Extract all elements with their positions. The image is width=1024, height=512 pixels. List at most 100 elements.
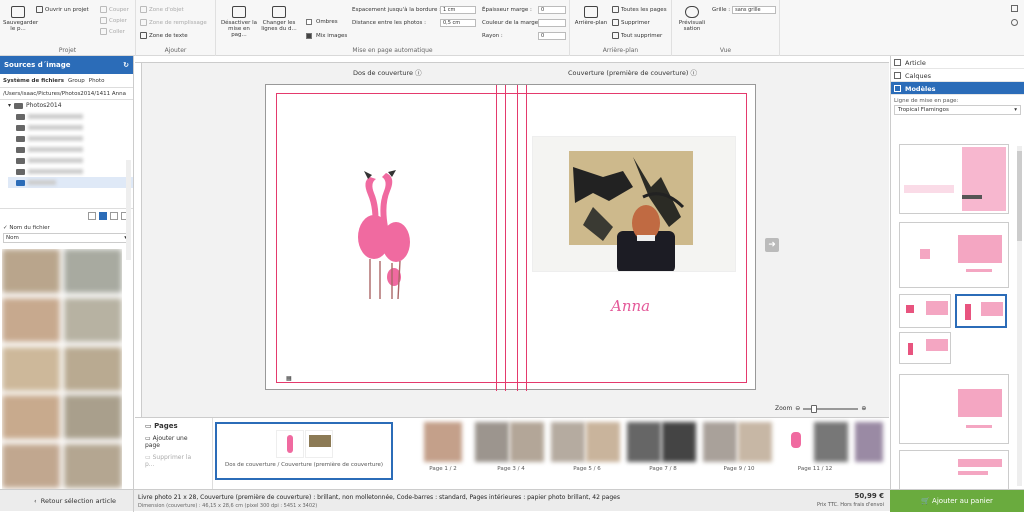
add-page-button[interactable]: ▭ Ajouter une page <box>145 435 202 449</box>
text-zone-button[interactable]: Zone de texte <box>140 32 188 39</box>
template-item-selected[interactable] <box>955 294 1007 328</box>
scrollbar-thumb[interactable] <box>1017 151 1022 241</box>
zoom-in-icon[interactable]: ⊕ <box>861 405 866 412</box>
settings-icon[interactable] <box>1011 5 1018 12</box>
templates-scrollbar[interactable] <box>1017 146 1022 486</box>
spine-line <box>496 85 497 391</box>
sort-select[interactable]: Nom▾ <box>3 233 130 243</box>
folder-icon <box>16 135 25 142</box>
view-medium-icon[interactable] <box>99 211 107 220</box>
layout-line-select[interactable]: Tropical Flamingos ▾ <box>894 105 1021 115</box>
spacing-photos-input[interactable]: 0,5 cm <box>440 19 476 27</box>
spacing-border-input[interactable]: 1 cm <box>440 6 476 14</box>
margin-thickness-input[interactable]: 0 <box>538 6 566 14</box>
view-small-icon[interactable] <box>110 211 118 220</box>
page-thumbnail[interactable] <box>855 422 885 478</box>
template-item[interactable] <box>899 222 1009 288</box>
cover-title-text[interactable]: Anna <box>611 297 650 315</box>
fill-zone-icon <box>140 19 147 26</box>
template-item[interactable] <box>899 374 1009 444</box>
page-thumbnail-cover[interactable]: Dos de couverture / Couverture (première… <box>215 422 393 480</box>
photo-thumbnail[interactable] <box>2 249 60 293</box>
tree-node[interactable] <box>8 155 133 166</box>
tab-filesystem[interactable]: Système de fichiers <box>3 78 64 84</box>
back-to-selection-button[interactable]: ‹ Retour sélection article <box>0 490 134 512</box>
photo-thumbnail[interactable] <box>64 444 122 489</box>
folder-tree: ▾ Photos2014 <box>0 100 133 260</box>
editing-canvas: Dos de couverture ⓘ Couverture (première… <box>135 56 889 417</box>
tree-node[interactable] <box>8 166 133 177</box>
photo-thumbnail[interactable] <box>64 346 122 391</box>
grid-select[interactable]: sans grille <box>732 6 777 14</box>
page-thumbnail[interactable]: Page 9 / 10 <box>703 422 775 478</box>
filename-toggle[interactable]: ✓ Nom du fichier <box>0 222 133 233</box>
tab-group[interactable]: Group <box>68 78 85 84</box>
tree-node[interactable] <box>8 144 133 155</box>
delete-page-button[interactable]: ▭ Supprimer la p... <box>145 454 202 468</box>
page-thumbnail[interactable]: Page 11 / 12 <box>779 422 851 478</box>
tree-node[interactable] <box>8 122 133 133</box>
all-pages-button[interactable]: Toutes les pages <box>612 6 667 13</box>
cover-photo[interactable] <box>532 136 736 272</box>
tab-photo[interactable]: Photo <box>89 78 105 84</box>
info-icon[interactable]: ⓘ <box>415 69 422 77</box>
open-project-button[interactable]: Ouvrir un projet <box>36 6 89 13</box>
tree-node[interactable] <box>8 133 133 144</box>
photo-thumbnail[interactable] <box>64 395 122 440</box>
cut-button[interactable]: Couper <box>100 6 129 13</box>
page-thumbnail[interactable]: Page 3 / 4 <box>475 422 547 478</box>
photo-thumbnail[interactable] <box>2 346 60 391</box>
save-button[interactable]: Sauvegarder le p... <box>3 6 38 32</box>
template-item[interactable] <box>899 144 1009 214</box>
preview-button[interactable]: Prévisuali sation <box>676 6 708 32</box>
fill-zone-button[interactable]: Zone de remplissage <box>140 19 207 26</box>
mix-images-checkbox[interactable]: Mix images <box>306 33 347 39</box>
object-zone-button[interactable]: Zone d'objet <box>140 6 184 13</box>
tree-scrollbar[interactable] <box>126 160 131 260</box>
next-page-arrow-icon[interactable]: ➜ <box>765 238 779 252</box>
tree-node[interactable] <box>8 111 133 122</box>
template-item[interactable] <box>899 294 951 328</box>
view-large-icon[interactable] <box>88 211 96 220</box>
shadows-checkbox[interactable]: Ombres <box>306 19 338 25</box>
page-thumbnail[interactable]: Page 7 / 8 <box>627 422 699 478</box>
zoom-slider[interactable] <box>803 404 859 413</box>
delete-all-backgrounds-button[interactable]: Tout supprimer <box>612 32 662 39</box>
tab-models[interactable]: Modèles <box>891 82 1024 95</box>
photo-thumbnail[interactable] <box>2 395 60 440</box>
globe-icon[interactable] <box>1011 19 1018 26</box>
refresh-icon[interactable]: ↻ <box>123 61 129 69</box>
paste-icon <box>100 28 107 35</box>
folder-icon <box>16 113 25 120</box>
photo-thumbnail[interactable] <box>2 297 60 342</box>
template-item[interactable] <box>899 332 951 364</box>
add-to-cart-button[interactable]: 🛒 Ajouter au panier <box>890 490 1024 512</box>
page-thumbnail[interactable]: Page 1 / 2 <box>413 422 473 478</box>
tab-article[interactable]: Article <box>891 56 1024 69</box>
background-button[interactable]: Arrière-plan <box>573 6 609 26</box>
tree-node-selected[interactable] <box>8 177 133 188</box>
folder-icon <box>16 146 25 153</box>
ribbon-toolbar: Sauvegarder le p... Ouvrir un projet Cou… <box>0 0 1024 56</box>
page-thumbnail[interactable]: Page 5 / 6 <box>551 422 623 478</box>
photo-thumbnail[interactable] <box>2 444 60 489</box>
zoom-out-icon[interactable]: ⊖ <box>795 405 800 412</box>
zoom-slider-handle[interactable] <box>811 404 818 413</box>
tree-node-photos2014[interactable]: ▾ Photos2014 <box>8 100 133 111</box>
cover-spread[interactable]: ▦ Anna <box>265 84 756 391</box>
delete-background-button[interactable]: Supprimer <box>612 19 650 26</box>
change-lines-button[interactable]: Changer les lignes du d... <box>260 6 298 32</box>
flamingo-illustration[interactable] <box>346 167 426 307</box>
radius-input[interactable]: 0 <box>538 32 566 40</box>
photo-thumbnail[interactable] <box>64 249 122 293</box>
paste-button[interactable]: Coller <box>100 28 125 35</box>
margin-color-picker[interactable] <box>538 19 566 27</box>
template-item[interactable] <box>899 450 1009 490</box>
photo-thumbnail[interactable] <box>64 297 122 342</box>
copy-button[interactable]: Copier <box>100 17 127 24</box>
info-icon[interactable]: ⓘ <box>691 69 698 77</box>
group-title-ajouter: Ajouter <box>164 47 187 54</box>
tab-layers[interactable]: Calques <box>891 69 1024 82</box>
disable-layout-button[interactable]: Désactiver la mise en pag... <box>220 6 258 38</box>
price-display: 50,99 € Prix TTC. Hors frais d'envoi <box>816 492 884 508</box>
